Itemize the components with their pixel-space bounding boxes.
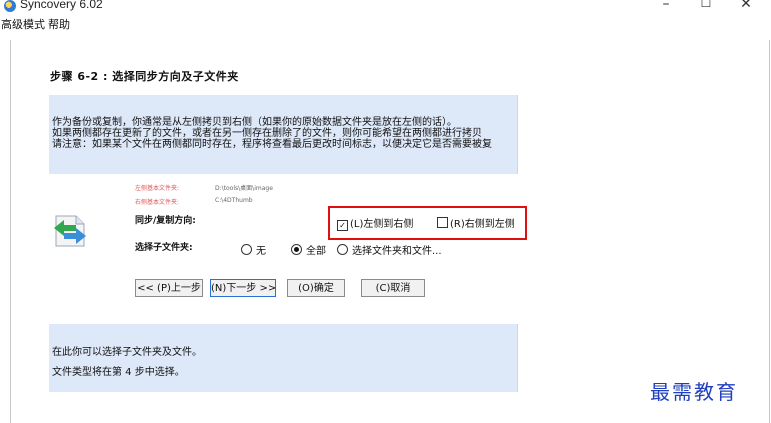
radio-all[interactable]: 全部 (291, 242, 326, 257)
radio-none[interactable]: 无 (241, 242, 266, 257)
sync-arrows-icon (54, 215, 86, 247)
info-box: 作为备份或复制，你通常是从左侧拷贝到右侧（如果你的原始数据文件夹是放在左侧的话）… (49, 95, 518, 174)
checkbox-checked-icon: ✓ (337, 220, 348, 231)
help-info-box: 在此你可以选择子文件夹及文件。 文件类型将在第 4 步中选择。 (49, 324, 518, 392)
step-title: 步骤 6-2 : 选择同步方向及子文件夹 (50, 70, 239, 83)
right-to-left-checkbox[interactable]: (R)右侧到左侧 (437, 215, 515, 230)
ok-button[interactable]: (O)确定 (287, 279, 345, 297)
title-bar: Syncovery 6.02 – ☐ ✕ (0, 0, 771, 14)
radio-unselected-icon (241, 244, 252, 255)
right-path-label: 右侧基本文件夹: (135, 199, 180, 206)
minimize-button[interactable]: – (652, 0, 680, 14)
menu-advanced-mode[interactable]: 高级模式 (1, 16, 45, 32)
window-title: Syncovery 6.02 (20, 0, 103, 11)
radio-selected-icon (291, 244, 302, 255)
info-line: 如果两侧都存在更新了的文件，或者在另一侧存在删除了的文件，则你可能希望在两侧都进… (52, 128, 482, 139)
close-button[interactable]: ✕ (732, 0, 760, 14)
next-button[interactable]: (N)下一步 >> (210, 279, 276, 297)
right-path-value: C:\4DThumb (215, 197, 253, 204)
radio-all-label: 全部 (306, 246, 326, 257)
syncovery-app-icon (4, 0, 16, 12)
direction-label: 同步/复制方向: (135, 216, 196, 226)
info-line: 作为备份或复制，你通常是从左侧拷贝到右侧（如果你的原始数据文件夹是放在左侧的话）… (52, 117, 457, 128)
prev-button[interactable]: << (P)上一步 (135, 279, 203, 297)
help-line: 在此你可以选择子文件夹及文件。 (52, 347, 202, 358)
subfolder-label: 选择子文件夹: (135, 243, 193, 253)
menu-bar: 高级模式 帮助 (0, 16, 771, 32)
info-line: 请注意：如果某个文件在两侧都同时存在，程序将查看最后更改时间标志，以便决定它是否… (52, 139, 492, 150)
radio-none-label: 无 (256, 246, 266, 257)
left-path-label: 左侧基本文件夹: (135, 185, 180, 192)
radio-select-folders[interactable]: 选择文件夹和文件... (337, 242, 442, 257)
left-path-value: D:\tools\桌面\image (215, 185, 273, 192)
left-to-right-checkbox[interactable]: ✓ (L)左侧到右侧 (337, 215, 413, 231)
checkbox-unchecked-icon (437, 217, 448, 228)
cancel-button[interactable]: (C)取消 (361, 279, 425, 297)
maximize-button[interactable]: ☐ (692, 0, 720, 14)
help-line: 文件类型将在第 4 步中选择。 (52, 367, 185, 378)
right-to-left-label: (R)右侧到左侧 (450, 219, 515, 230)
watermark-text: 最需教育 (650, 380, 738, 404)
left-to-right-label: (L)左侧到右侧 (350, 219, 414, 230)
menu-help[interactable]: 帮助 (48, 16, 70, 32)
radio-unselected-icon (337, 244, 348, 255)
radio-select-folders-label: 选择文件夹和文件... (352, 246, 442, 257)
